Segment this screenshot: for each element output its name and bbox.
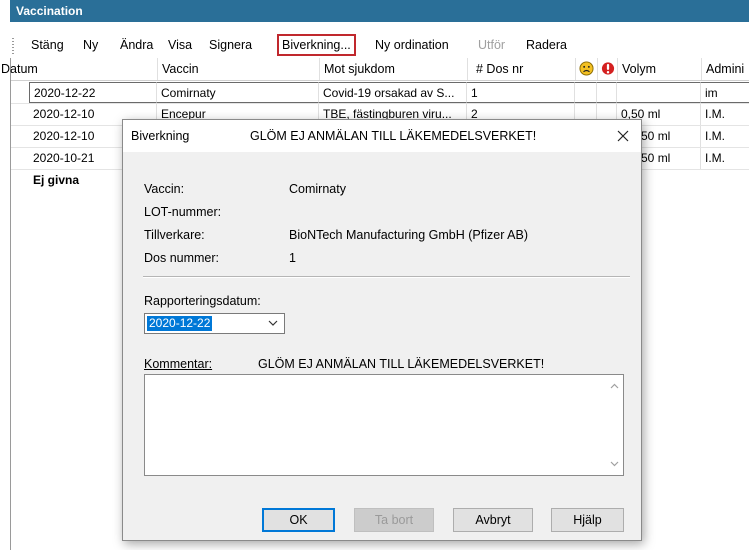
table-row[interactable]: 2020-12-22 Comirnaty Covid-19 orsakad av… xyxy=(11,82,749,104)
rapporteringsdatum-select[interactable]: 2020-12-22 xyxy=(144,313,285,334)
separator xyxy=(143,276,630,278)
alert-icon xyxy=(601,62,615,75)
new-prescription-button[interactable]: Ny ordination xyxy=(375,34,449,56)
new-button[interactable]: Ny xyxy=(83,34,98,56)
rapporteringsdatum-value: 2020-12-22 xyxy=(147,316,213,331)
ok-button[interactable]: OK xyxy=(262,508,335,532)
toolbar: Stäng Ny Ändra Visa Signera Biverkning..… xyxy=(10,32,749,58)
cancel-button[interactable]: Avbryt xyxy=(453,508,533,532)
cell-volym xyxy=(617,82,701,103)
column-header-admin[interactable]: Admini xyxy=(701,58,749,80)
column-header-mot-sjukdom[interactable]: Mot sjukdom xyxy=(319,58,467,80)
chevron-down-icon[interactable] xyxy=(268,317,278,329)
cell-mot-sjukdom: Covid-19 orsakad av S... xyxy=(319,82,467,103)
close-button[interactable]: Stäng xyxy=(31,34,64,56)
kommentar-label: Kommentar: xyxy=(144,357,213,371)
dialog-titlebar[interactable]: Biverkning GLÖM EJ ANMÄLAN TILL LÄKEMEDE… xyxy=(123,120,641,152)
dialog-title-message: GLÖM EJ ANMÄLAN TILL LÄKEMEDELSVERKET! xyxy=(250,129,537,143)
dos-value: 1 xyxy=(289,251,296,265)
column-header-datum[interactable]: Datum xyxy=(0,58,159,80)
delete-button[interactable]: Radera xyxy=(526,34,567,56)
remove-button[interactable]: Ta bort xyxy=(354,508,434,532)
sign-button[interactable]: Signera xyxy=(209,34,252,56)
column-header-alert[interactable] xyxy=(597,58,617,80)
cell-admin: I.M. xyxy=(705,129,725,143)
dos-label: Dos nummer: xyxy=(144,251,220,265)
execute-button[interactable]: Utför xyxy=(478,34,505,56)
column-header-vaccin[interactable]: Vaccin xyxy=(157,58,319,80)
kommentar-textarea[interactable] xyxy=(144,374,624,476)
window-titlebar: Vaccination xyxy=(10,0,749,22)
cell-vaccin: Comirnaty xyxy=(157,82,319,103)
adverse-reaction-button[interactable]: Biverkning... xyxy=(277,34,356,56)
cell-dos: 1 xyxy=(467,82,575,103)
cell-reaction xyxy=(575,82,597,103)
grid-header: Datum Vaccin Mot sjukdom # Dos nr Volym … xyxy=(1,58,749,81)
cell-admin: I.M. xyxy=(705,151,725,165)
help-button[interactable]: Hjälp xyxy=(551,508,624,532)
window-title: Vaccination xyxy=(16,4,83,18)
tillverkare-value: BioNTech Manufacturing GmbH (Pfizer AB) xyxy=(289,228,528,242)
kommentar-message: GLÖM EJ ANMÄLAN TILL LÄKEMEDELSVERKET! xyxy=(258,357,545,371)
toolbar-grip[interactable] xyxy=(12,38,14,54)
cell-admin: I.M. xyxy=(705,107,725,121)
cell-alert xyxy=(597,82,617,103)
column-header-volym[interactable]: Volym xyxy=(617,58,701,80)
view-button[interactable]: Visa xyxy=(168,34,192,56)
scroll-down-icon[interactable] xyxy=(610,459,619,468)
cell-datum: 2020-12-22 xyxy=(29,82,157,103)
rapporteringsdatum-label: Rapporteringsdatum: xyxy=(144,294,261,308)
vaccin-value: Comirnaty xyxy=(289,182,346,196)
lot-label: LOT-nummer: xyxy=(144,205,222,219)
cell-admin: im xyxy=(701,82,749,103)
sad-face-icon xyxy=(579,61,594,76)
vertical-scrollbar[interactable] xyxy=(606,375,623,475)
close-icon[interactable] xyxy=(611,124,635,148)
vaccin-label: Vaccin: xyxy=(144,182,185,196)
adverse-reaction-dialog: Biverkning GLÖM EJ ANMÄLAN TILL LÄKEMEDE… xyxy=(122,119,642,541)
column-header-reaction[interactable] xyxy=(575,58,597,80)
edit-button[interactable]: Ändra xyxy=(120,34,153,56)
dialog-title: Biverkning xyxy=(131,129,190,143)
scroll-up-icon[interactable] xyxy=(610,382,619,391)
column-header-dos-nr[interactable]: # Dos nr xyxy=(467,58,575,80)
tillverkare-label: Tillverkare: xyxy=(144,228,205,242)
